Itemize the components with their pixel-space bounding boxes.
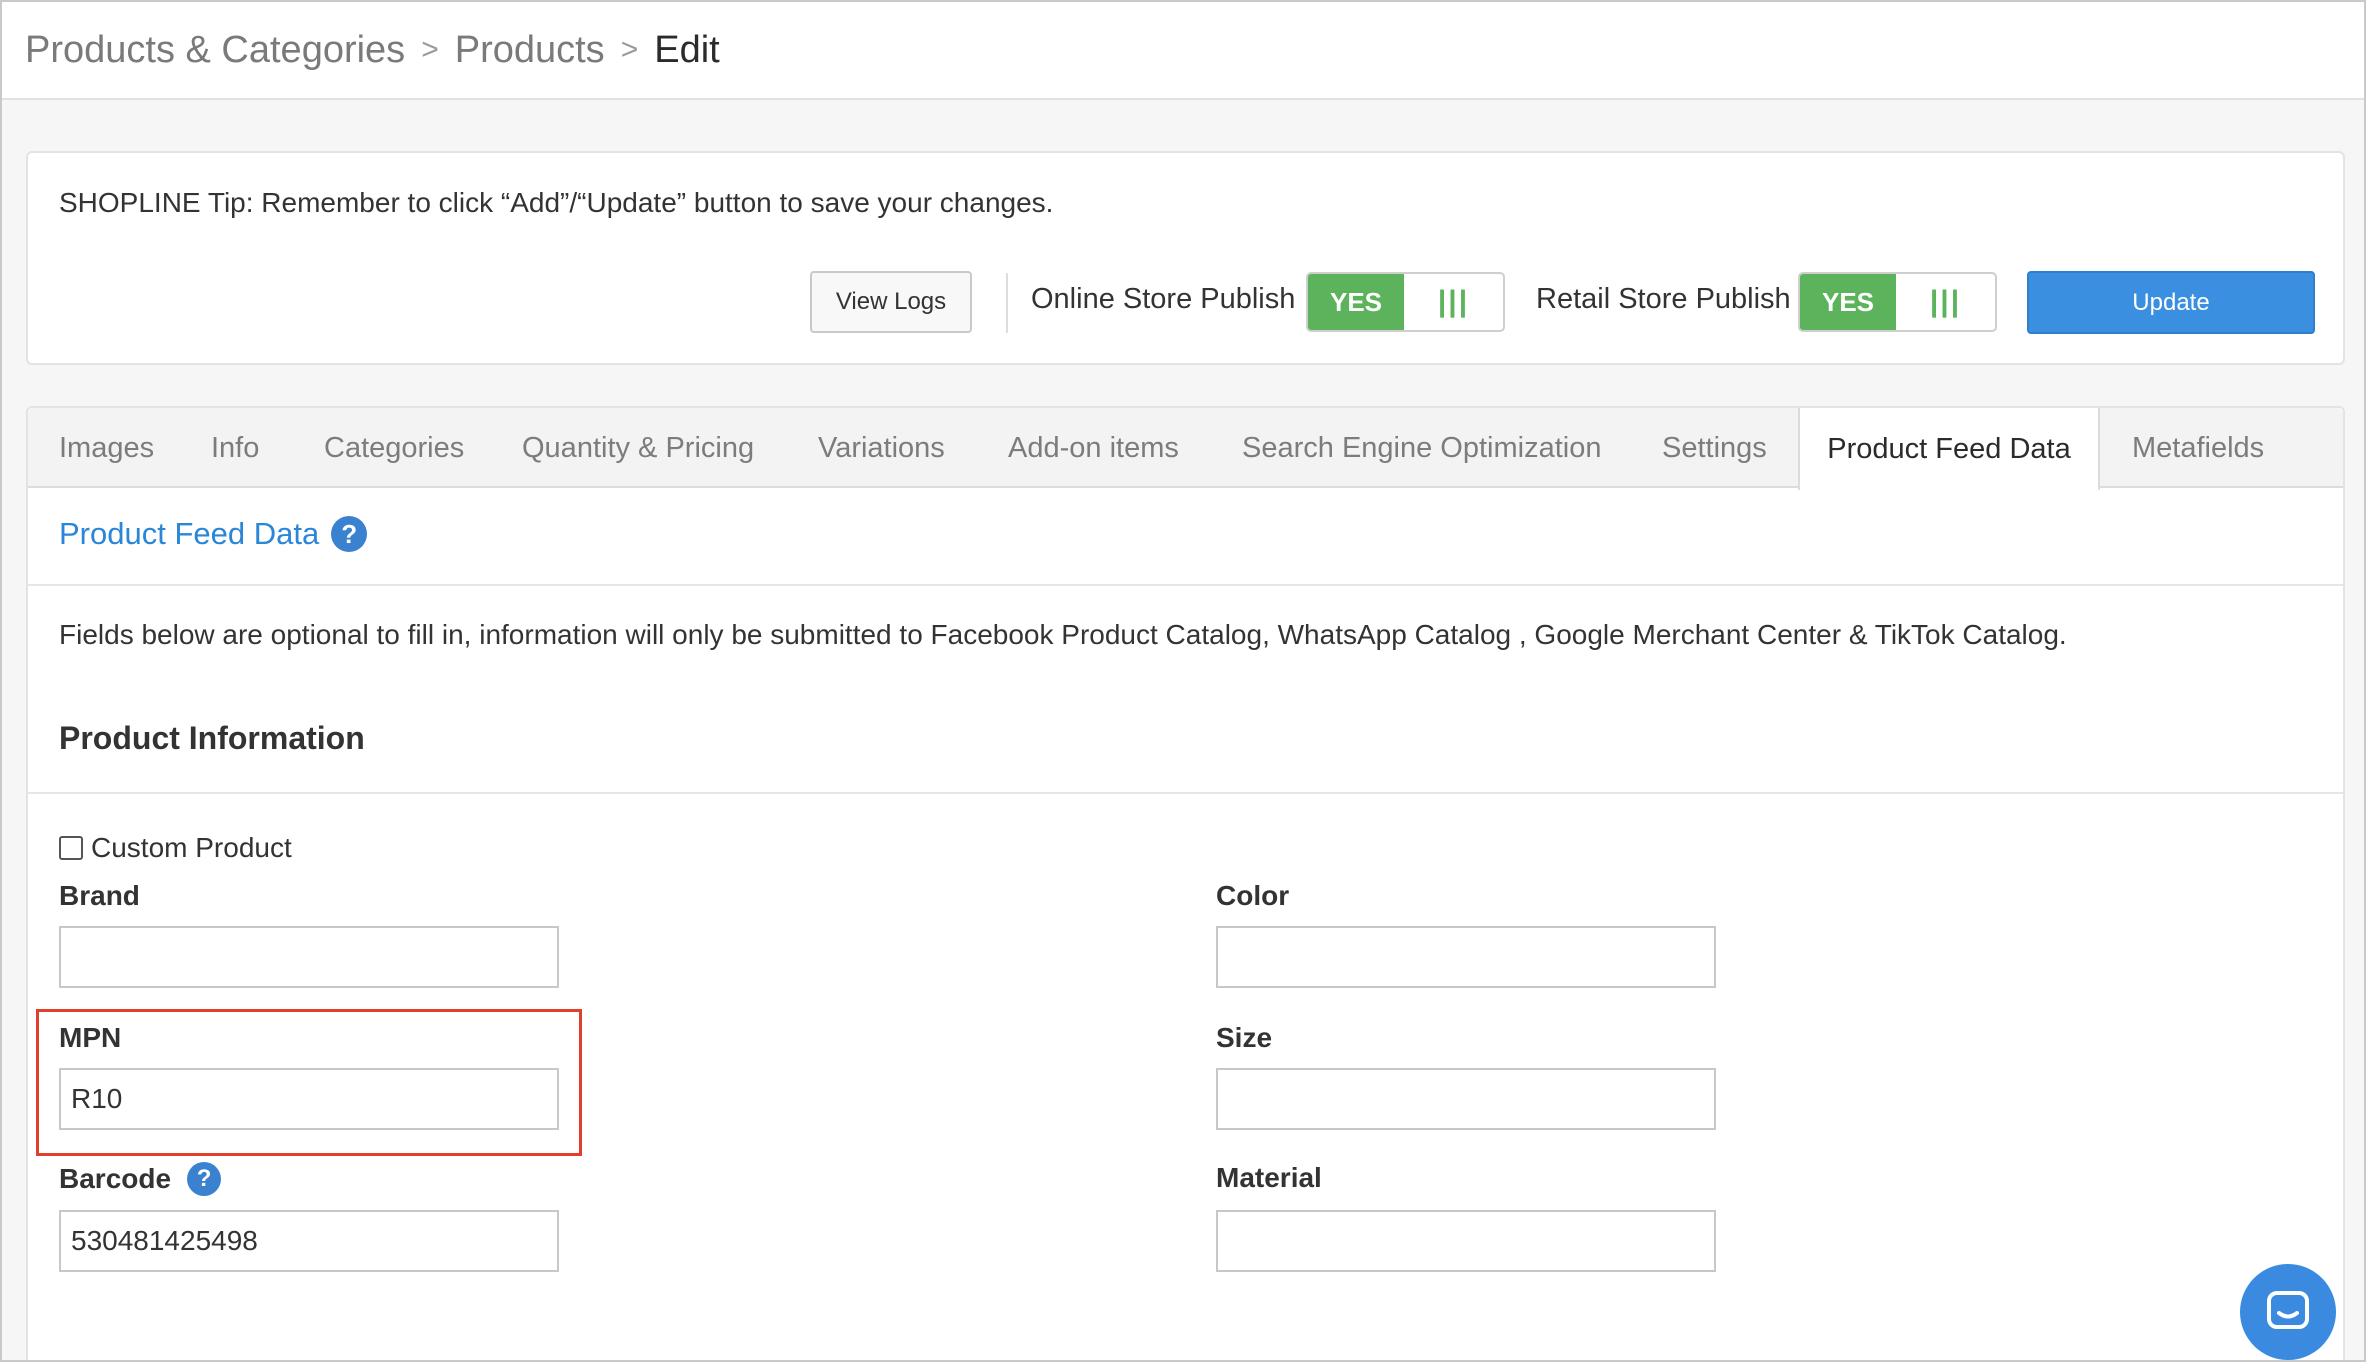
color-input[interactable] [1216, 926, 1716, 988]
material-input[interactable] [1216, 1210, 1716, 1272]
barcode-label: Barcode ? [59, 1162, 222, 1196]
section-title: Product Feed Data ? [59, 516, 368, 552]
toolbar-divider [1006, 273, 1008, 333]
product-information-heading: Product Information [59, 720, 365, 756]
custom-product-row: Custom Product [59, 832, 292, 864]
tab-seo[interactable]: Search Engine Optimization [1242, 408, 1601, 488]
breadcrumb-products-categories[interactable]: Products & Categories [25, 29, 405, 72]
size-label: Size [1216, 1022, 1273, 1053]
help-icon[interactable]: ? [187, 1162, 222, 1196]
tab-images[interactable]: Images [59, 408, 154, 488]
mpn-label: MPN [59, 1022, 122, 1053]
retail-store-publish-toggle[interactable]: YES ||| [1798, 272, 1997, 332]
tab-categories[interactable]: Categories [324, 408, 464, 488]
mpn-input[interactable]: R10 [59, 1068, 559, 1130]
tab-product-feed-data[interactable]: Product Feed Data [1798, 408, 2100, 490]
help-icon[interactable]: ? [331, 516, 368, 552]
color-label: Color [1216, 880, 1290, 911]
breadcrumb-separator-icon: > [620, 33, 639, 66]
chat-support-icon[interactable] [2240, 1264, 2336, 1360]
update-button[interactable]: Update [2027, 271, 2315, 334]
size-input[interactable] [1216, 1068, 1716, 1130]
tab-info[interactable]: Info [211, 408, 259, 488]
custom-product-checkbox[interactable] [59, 836, 83, 860]
online-store-publish-toggle[interactable]: YES ||| [1306, 272, 1505, 332]
divider [28, 584, 2343, 586]
brand-label: Brand [59, 880, 140, 911]
breadcrumb: Products & Categories > Products > Edit [2, 2, 2364, 100]
brand-input[interactable] [59, 926, 559, 988]
breadcrumb-products[interactable]: Products [455, 29, 605, 72]
material-label: Material [1216, 1162, 1322, 1193]
breadcrumb-separator-icon: > [421, 33, 439, 66]
barcode-label-text: Barcode [59, 1163, 172, 1194]
tab-bar: Images Info Categories Quantity & Pricin… [28, 408, 2343, 490]
barcode-input[interactable]: 530481425498 [59, 1210, 559, 1272]
toggle-handle-icon: ||| [1929, 285, 1962, 318]
tab-settings[interactable]: Settings [1662, 408, 1767, 488]
app-window: Products & Categories > Products > Edit … [0, 0, 2366, 1362]
breadcrumb-current: Edit [654, 28, 720, 71]
divider [28, 792, 2343, 794]
online-store-publish-label: Online Store Publish [1031, 283, 1296, 315]
section-description: Fields below are optional to fill in, in… [59, 619, 2067, 650]
section-title-text: Product Feed Data [59, 516, 320, 551]
retail-store-publish-label: Retail Store Publish [1536, 283, 1791, 315]
retail-store-toggle-yes: YES [1800, 274, 1896, 330]
tip-text: SHOPLINE Tip: Remember to click “Add”/“U… [59, 187, 1054, 218]
custom-product-label: Custom Product [91, 832, 292, 863]
tip-panel: SHOPLINE Tip: Remember to click “Add”/“U… [26, 151, 2345, 365]
online-store-toggle-yes: YES [1308, 274, 1404, 330]
tab-quantity-pricing[interactable]: Quantity & Pricing [522, 408, 754, 488]
view-logs-button[interactable]: View Logs [810, 271, 972, 333]
chat-icon [2267, 1291, 2309, 1329]
toggle-handle-icon: ||| [1437, 285, 1470, 318]
tab-metafields[interactable]: Metafields [2132, 408, 2264, 488]
tab-add-on-items[interactable]: Add-on items [1008, 408, 1179, 488]
product-edit-panel: Images Info Categories Quantity & Pricin… [26, 406, 2345, 1360]
tab-variations[interactable]: Variations [818, 408, 945, 488]
